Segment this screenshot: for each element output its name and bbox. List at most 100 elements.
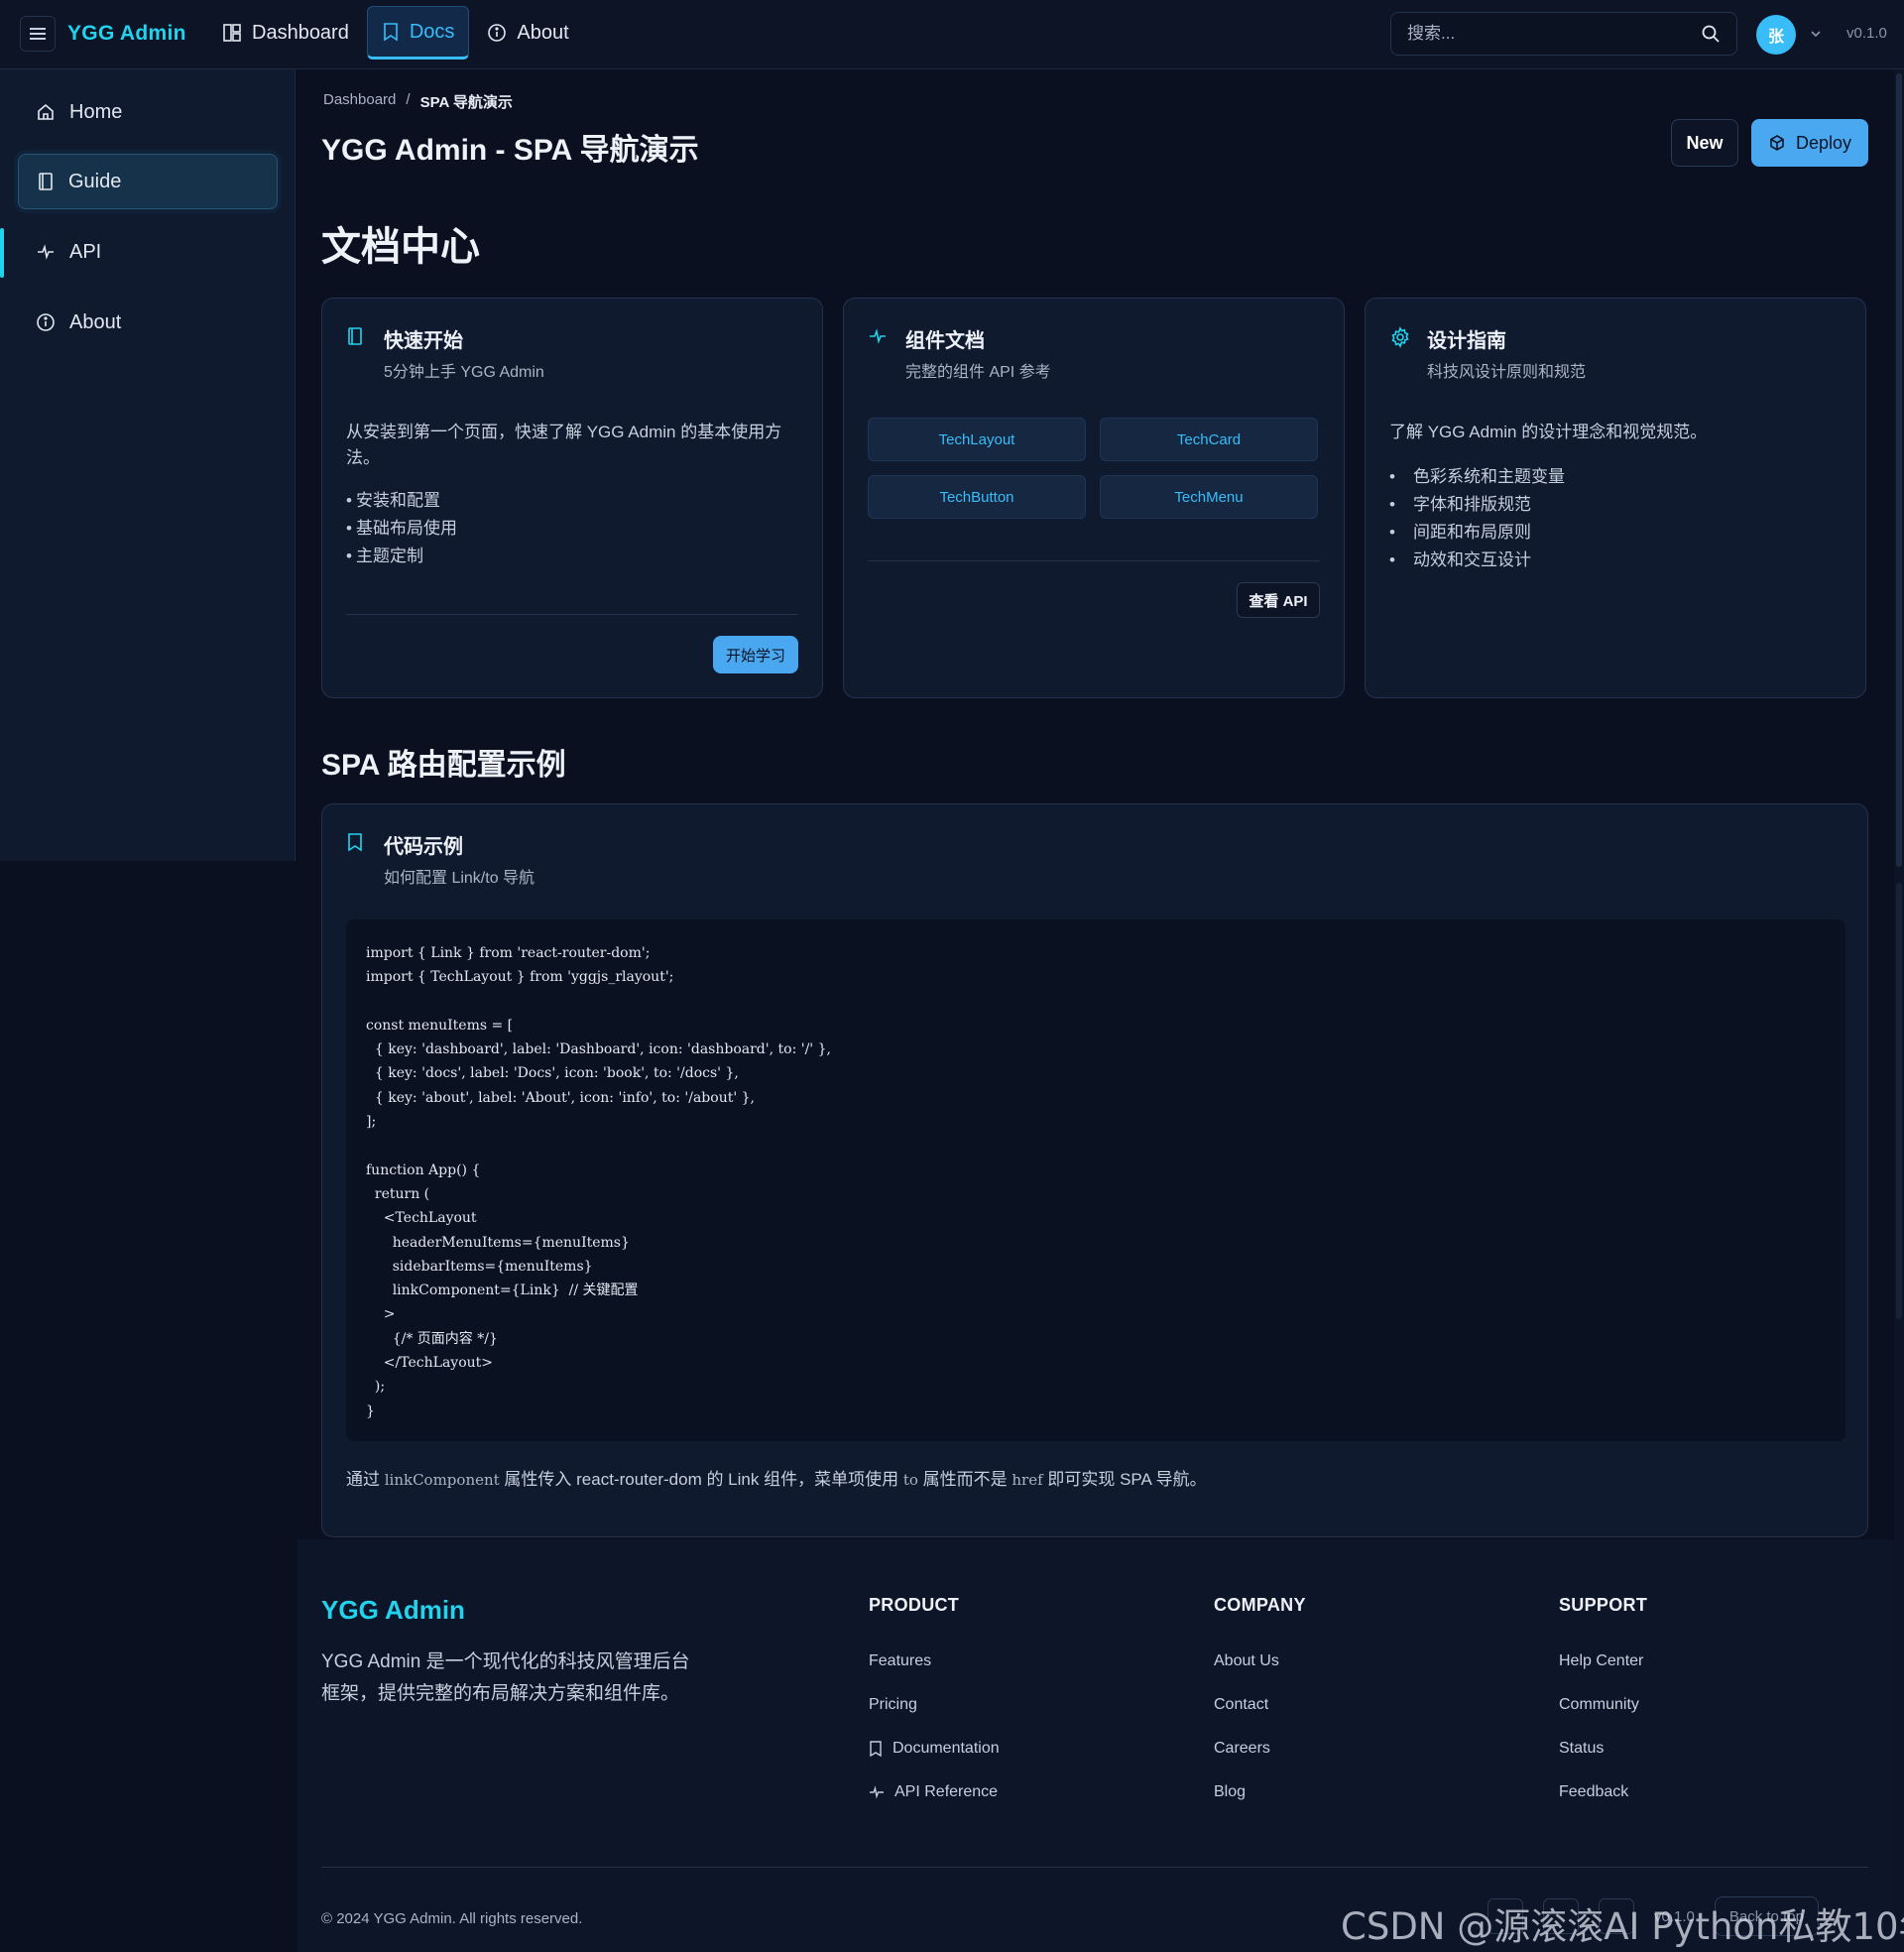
footer-link[interactable]: About Us [1214, 1640, 1306, 1683]
card-subtitle: 科技风设计原则和规范 [1427, 364, 1587, 381]
footer-link-label: Careers [1214, 1740, 1270, 1757]
chevron-down-icon[interactable] [1809, 27, 1823, 41]
grid-icon [222, 23, 242, 43]
deploy-button[interactable]: Deploy [1751, 119, 1868, 167]
sidebar-item-label: About [69, 310, 122, 333]
card-quickstart: 快速开始 5分钟上手 YGG Admin 从安装到第一个页面，快速了解 YGG … [321, 298, 823, 698]
component-tag[interactable]: TechCard [1100, 418, 1318, 461]
sidebar-item-label: API [69, 240, 102, 263]
new-button[interactable]: New [1671, 119, 1738, 167]
card-code-example: 代码示例 如何配置 Link/to 导航 import { Link } fro… [321, 803, 1868, 1537]
search-icon[interactable] [1701, 24, 1721, 44]
topnav-docs[interactable]: Docs [366, 6, 470, 60]
footer-link[interactable]: Pricing [869, 1683, 1000, 1727]
sidebar-item-guide[interactable]: Guide [18, 154, 278, 209]
book-icon [869, 1741, 883, 1757]
api-icon [869, 1784, 885, 1800]
footer-column-title: PRODUCT [869, 1595, 960, 1615]
list-item: 色彩系统和主题变量 [1389, 463, 1565, 491]
avatar[interactable]: 张 [1756, 15, 1796, 55]
footer-link-label: Documentation [892, 1740, 1000, 1757]
card-components: 组件文档 完整的组件 API 参考 TechLayout TechCard Te… [843, 298, 1345, 698]
footer-link[interactable]: Community [1559, 1683, 1647, 1727]
component-tag[interactable]: TechButton [868, 475, 1086, 519]
card-title: 快速开始 [384, 330, 463, 352]
card-divider [346, 614, 798, 615]
sidebar-item-about[interactable]: About [18, 295, 278, 350]
footer-brand: YGG Admin [321, 1595, 465, 1625]
watermark: CSDN @源滚滚AI Python私教10年 [1341, 1905, 1904, 1948]
footer-column-title: SUPPORT [1559, 1595, 1648, 1615]
topnav-dashboard-label: Dashboard [252, 21, 349, 44]
view-api-button[interactable]: 查看 API [1237, 582, 1320, 618]
breadcrumb: Dashboard / SPA 导航演示 [323, 91, 513, 112]
list-item: 间距和布局原则 [1389, 519, 1565, 547]
note-text: 属性而不是 [922, 1470, 1008, 1489]
api-icon [36, 242, 56, 262]
footer-column-title: COMPANY [1214, 1595, 1306, 1615]
footer-link-label: Pricing [869, 1696, 917, 1713]
code-note: 通过 linkComponent 属性传入 react-router-dom 的… [346, 1465, 1207, 1490]
menu-toggle-button[interactable] [20, 16, 56, 52]
component-tag[interactable]: TechMenu [1100, 475, 1318, 519]
footer-link-label: Feedback [1559, 1783, 1629, 1800]
search-input[interactable] [1407, 24, 1701, 44]
api-icon [868, 326, 888, 346]
list-item: 安装和配置 [346, 487, 457, 515]
scrollbar-thumb[interactable] [1896, 73, 1902, 867]
footer-link-label: Blog [1214, 1783, 1247, 1800]
footer-link-label: Status [1559, 1740, 1605, 1757]
card-subtitle: 如何配置 Link/to 导航 [384, 870, 536, 887]
page-scrollbar[interactable] [1894, 69, 1904, 1952]
footer-link[interactable]: Documentation [869, 1727, 1000, 1770]
list-item: 主题定制 [346, 543, 457, 570]
inline-code: to [902, 1471, 918, 1489]
list-item: 字体和排版规范 [1389, 491, 1565, 519]
card-title: 设计指南 [1427, 330, 1506, 352]
info-icon [487, 23, 507, 43]
breadcrumb-item-dashboard[interactable]: Dashboard [323, 91, 396, 112]
footer-description: YGG Admin 是一个现代化的科技风管理后台框架，提供完整的布局解决方案和组… [321, 1651, 690, 1704]
sidebar-item-label: Home [69, 100, 123, 123]
card-design: 设计指南 科技风设计原则和规范 了解 YGG Admin 的设计理念和视觉规范。… [1365, 298, 1866, 698]
scrollbar-track-segment [1896, 883, 1902, 1319]
book-icon [346, 832, 364, 852]
footer-link[interactable]: Feedback [1559, 1770, 1647, 1814]
footer: YGG Admin YGG Admin 是一个现代化的科技风管理后台框架，提供完… [298, 1539, 1894, 1952]
sidebar: Home Guide API About [0, 69, 296, 861]
footer-link[interactable]: API Reference [869, 1770, 1000, 1814]
brand-logo[interactable]: YGG Admin [67, 22, 186, 46]
footer-link[interactable]: Blog [1214, 1770, 1306, 1814]
inline-code: linkComponent [384, 1471, 500, 1489]
footer-link[interactable]: Features [869, 1640, 1000, 1683]
card-feature-list: 色彩系统和主题变量 字体和排版规范 间距和布局原则 动效和交互设计 [1389, 463, 1565, 574]
hamburger-icon [30, 33, 46, 35]
start-learning-button[interactable]: 开始学习 [713, 636, 798, 673]
code-block: import { Link } from 'react-router-dom';… [346, 919, 1845, 1441]
component-tag[interactable]: TechLayout [868, 418, 1086, 461]
footer-column-company: COMPANY About Us Contact Careers Blog [1214, 1595, 1306, 1814]
footer-link-label: Help Center [1559, 1652, 1644, 1669]
card-divider [868, 560, 1320, 561]
sidebar-item-api[interactable]: API [18, 224, 278, 280]
note-text: 通过 [346, 1470, 380, 1489]
footer-link[interactable]: Status [1559, 1727, 1647, 1770]
footer-link[interactable]: Help Center [1559, 1640, 1647, 1683]
gear-icon [1389, 326, 1411, 348]
topnav-about[interactable]: About [473, 6, 582, 60]
footer-column-support: SUPPORT Help Center Community Status Fee… [1559, 1595, 1647, 1814]
version-label: v0.1.0 [1846, 25, 1887, 42]
book-icon [37, 172, 55, 191]
card-title: 代码示例 [384, 836, 463, 858]
topnav-docs-label: Docs [409, 20, 455, 43]
footer-link-label: Contact [1214, 1696, 1269, 1713]
footer-link[interactable]: Contact [1214, 1683, 1306, 1727]
card-description: 了解 YGG Admin 的设计理念和视觉规范。 [1389, 423, 1708, 441]
footer-link[interactable]: Careers [1214, 1727, 1306, 1770]
footer-link-label: About Us [1214, 1652, 1279, 1669]
sidebar-item-home[interactable]: Home [18, 84, 278, 140]
sidebar-item-label: Guide [68, 170, 122, 192]
topnav-dashboard[interactable]: Dashboard [208, 6, 363, 60]
footer-link-label: Features [869, 1652, 932, 1669]
list-item: 动效和交互设计 [1389, 547, 1565, 574]
